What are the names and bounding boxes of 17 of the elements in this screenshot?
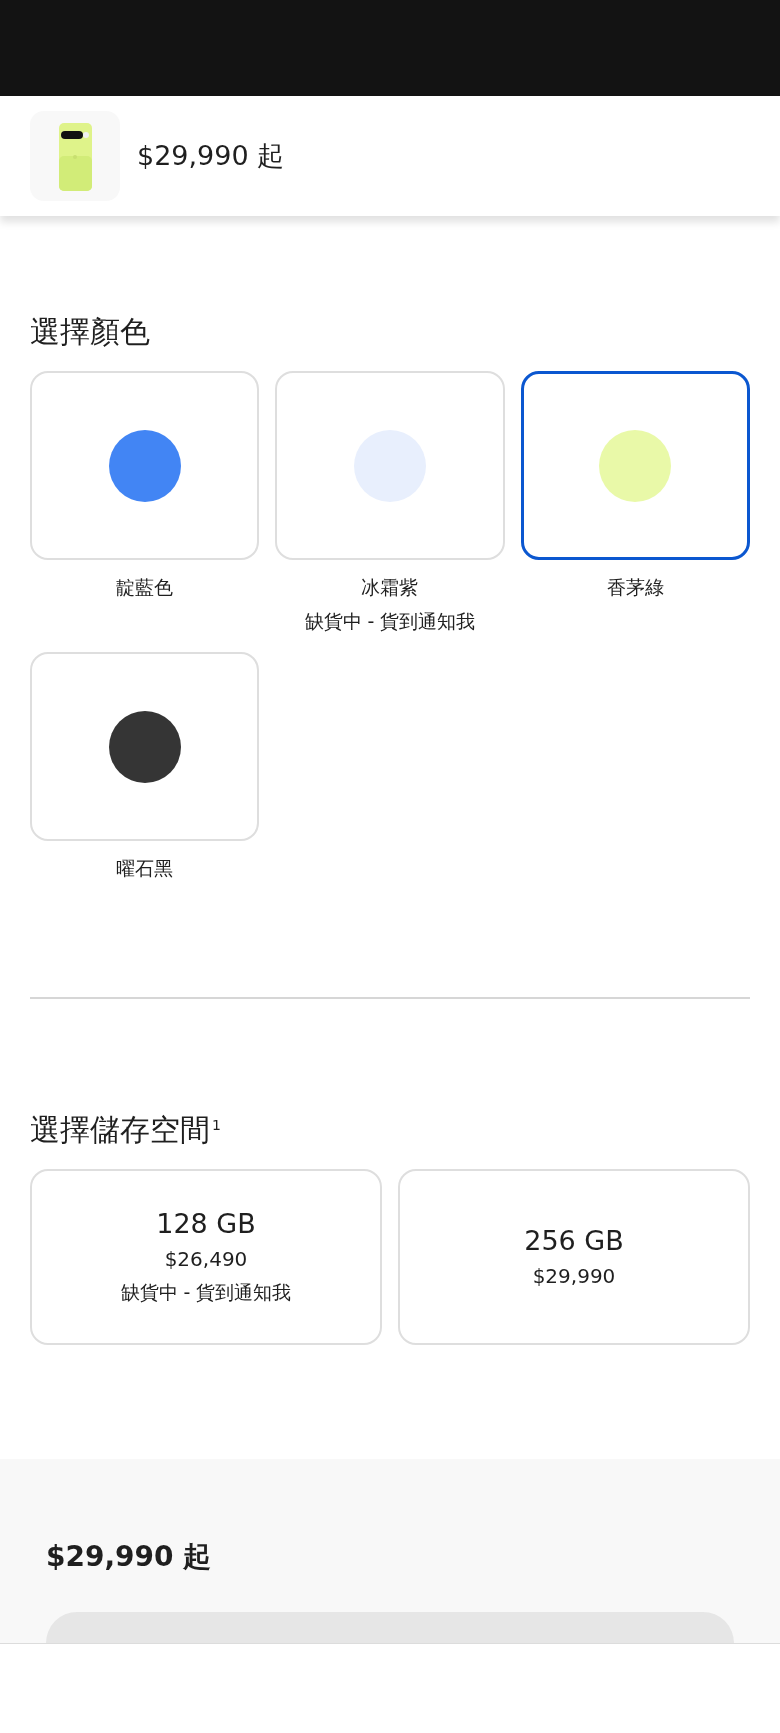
price-label: $29,990 <box>532 1263 616 1290</box>
color-name: 曜石黑 <box>116 856 174 881</box>
price-label: $26,490 <box>164 1246 248 1273</box>
color-option[interactable] <box>520 371 750 560</box>
storage-option[interactable]: 256 GB $29,990 <box>398 1169 750 1345</box>
section-title: 選擇儲存空間$^{1}$ <box>30 1111 222 1149</box>
color-name: 香茅綠 <box>606 575 664 600</box>
total-price: $29,990 起 <box>46 1539 213 1575</box>
stock-note: 缺貨中 - 貨到通知我 <box>120 1280 292 1305</box>
price-label: $29,990 起 <box>137 139 285 173</box>
capacity-label: 128 GB <box>156 1207 256 1241</box>
storage-option[interactable]: 128 GB $26,490 缺貨中 - 貨到通知我 <box>30 1169 382 1345</box>
capacity-label: 256 GB <box>524 1224 624 1258</box>
stock-note: 缺貨中 - 貨到通知我 <box>304 609 476 634</box>
color-name: 靛藍色 <box>116 575 174 600</box>
section-title: 選擇顏色 <box>30 313 151 351</box>
color-name: 冰霜紫 <box>361 575 419 600</box>
